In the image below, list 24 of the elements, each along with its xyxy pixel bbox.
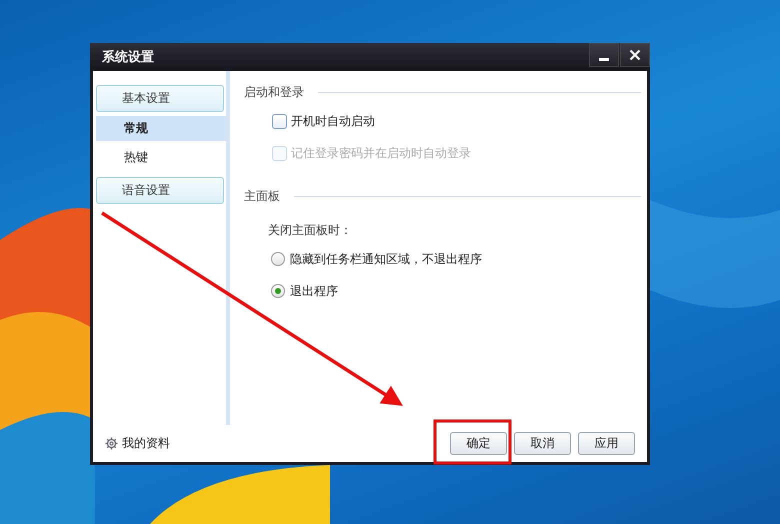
radio-label: 隐藏到任务栏通知区域，不退出程序 (290, 250, 482, 268)
sidebar-item[interactable]: 热键 (96, 145, 226, 170)
window-title: 系统设置 (102, 48, 154, 66)
minimize-button[interactable] (589, 43, 619, 67)
checkbox-label: 记住登录密码并在启动时自动登录 (291, 144, 471, 162)
minimize-icon (599, 58, 609, 60)
radio-button[interactable] (271, 284, 285, 298)
section-title: 启动和登录 (244, 84, 304, 100)
checkbox[interactable] (272, 114, 287, 128)
gear-icon (105, 437, 118, 450)
close-button[interactable] (620, 43, 650, 67)
sidebar-group[interactable]: 基本设置 (96, 85, 224, 112)
radio-label: 退出程序 (290, 282, 338, 300)
option-prompt: 关闭主面板时： (267, 222, 353, 239)
close-icon (629, 49, 641, 61)
checkbox-label: 开机时自动启动 (291, 112, 375, 130)
sidebar-item[interactable]: 常规 (96, 116, 226, 141)
profile-link[interactable]: 我的资料 (105, 435, 170, 452)
dialog-button[interactable]: 应用 (578, 432, 635, 455)
radio-button[interactable] (271, 252, 285, 266)
dialog-button[interactable]: 取消 (514, 432, 571, 455)
section-title: 主面板 (244, 188, 280, 204)
dialog-button[interactable]: 确定 (450, 432, 507, 455)
sidebar-group[interactable]: 语音设置 (96, 177, 224, 204)
